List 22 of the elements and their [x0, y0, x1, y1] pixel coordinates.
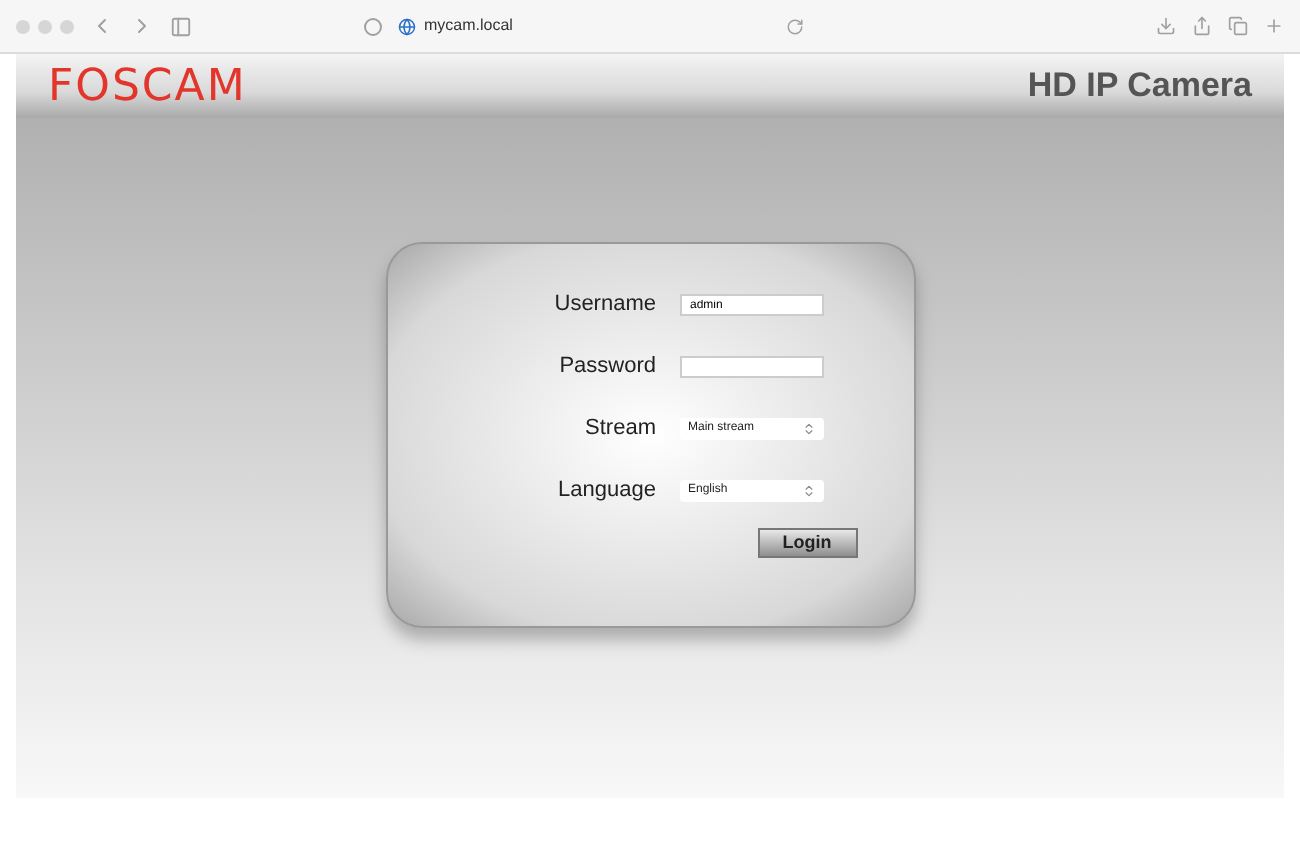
window-minimize-button[interactable]	[38, 19, 52, 33]
field-label: Username	[552, 290, 656, 321]
reload-icon[interactable]	[786, 17, 804, 35]
sidebar-icon[interactable]	[170, 15, 192, 37]
globe-icon	[398, 17, 416, 35]
new-tab-icon[interactable]	[1264, 16, 1284, 36]
field-label: Password	[557, 352, 656, 383]
share-icon[interactable]	[1192, 16, 1212, 36]
window-zoom-button[interactable]	[60, 19, 74, 33]
logo: FOSCAM	[48, 59, 247, 115]
field-label: Language	[556, 476, 656, 507]
login-button[interactable]: Login	[757, 528, 857, 558]
reader-icon[interactable]	[364, 17, 382, 35]
page-title: HD IP Camera	[1027, 64, 1252, 109]
select-arrows-icon	[802, 422, 816, 436]
select-arrows-icon	[802, 484, 816, 498]
tabs-icon[interactable]	[1228, 16, 1248, 36]
address-bar[interactable]: mycam.local	[398, 14, 770, 38]
field-label: Stream	[583, 414, 656, 445]
download-icon[interactable]	[1156, 16, 1176, 36]
window-close-button[interactable]	[16, 19, 30, 33]
input-field[interactable]	[680, 356, 824, 378]
